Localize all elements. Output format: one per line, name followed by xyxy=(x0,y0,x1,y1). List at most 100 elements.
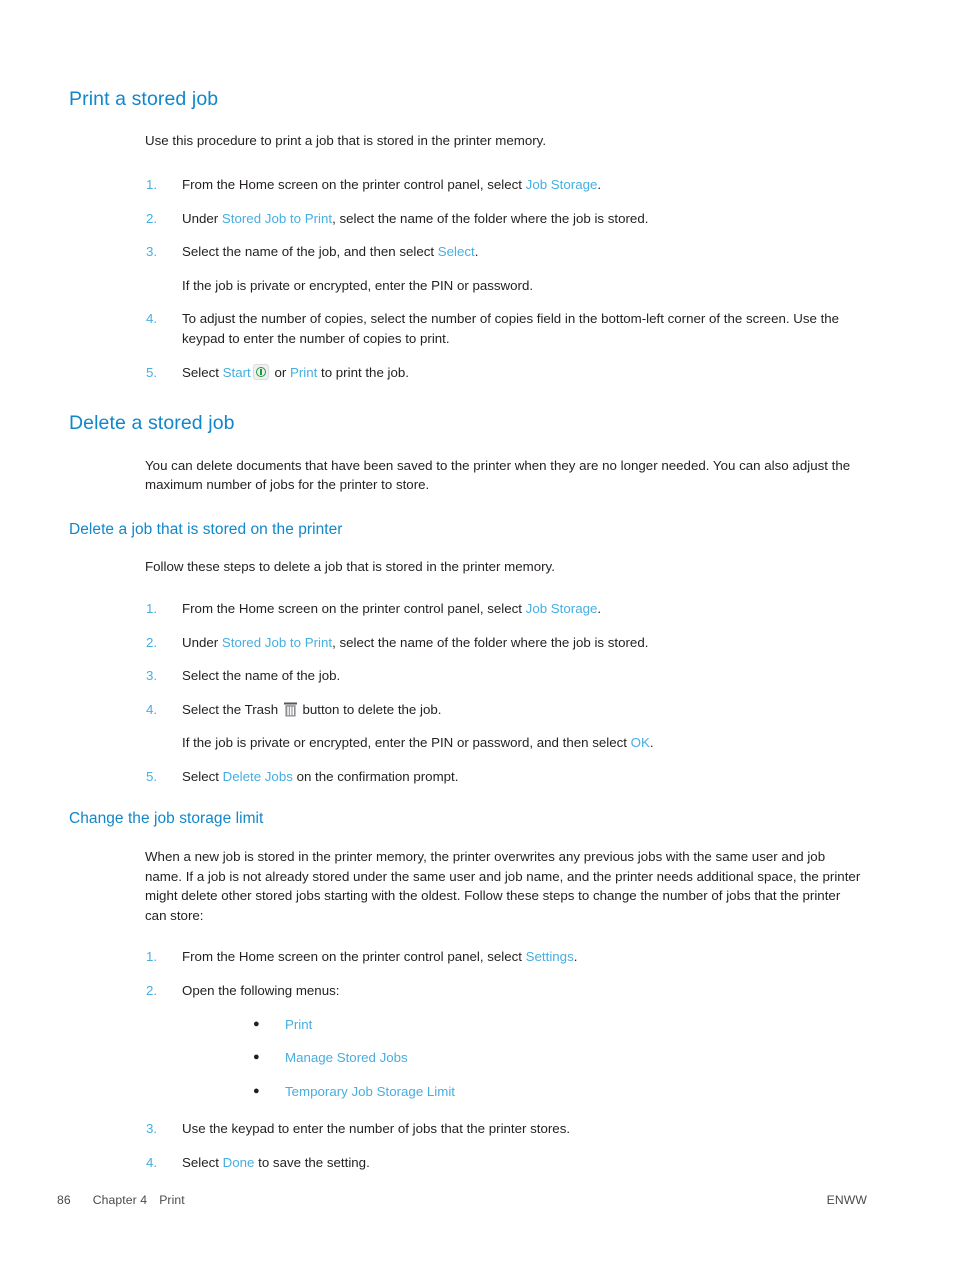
text-run: Select xyxy=(182,1155,223,1170)
page-content: Print a stored job Use this procedure to… xyxy=(69,88,863,1173)
step-text: Use the keypad to enter the number of jo… xyxy=(182,1121,570,1136)
menu-path-list: ● Print ● Manage Stored Jobs ● Temporary Job … xyxy=(253,1015,863,1102)
step-text: Select the name of the job. xyxy=(182,668,340,683)
step-text: To adjust the number of copies, select t… xyxy=(182,311,839,346)
ui-term: Stored Job to Print xyxy=(221,634,333,650)
step-number: 2. xyxy=(146,210,158,226)
text-run: or xyxy=(270,364,290,380)
heading-print-a-stored-job: Print a stored job xyxy=(69,88,219,110)
step-number: 3. xyxy=(146,668,158,684)
step-item: 2. Under Stored Job to Print, select the … xyxy=(146,633,863,653)
ui-term: Print xyxy=(289,364,318,380)
step-text: Under Stored Job to Print, select the na… xyxy=(182,635,648,650)
trash-icon xyxy=(283,702,297,717)
text-run: to print the job. xyxy=(317,364,409,380)
text-run: . xyxy=(597,600,602,616)
step-number: 1. xyxy=(146,949,158,965)
step-text: Under Stored Job to Print, select the na… xyxy=(182,211,648,226)
text-run: Open the following menus: xyxy=(182,983,340,999)
step-item: 4. To adjust the number of copies, select… xyxy=(146,309,863,348)
text-run: Select the name of the job, and then sel… xyxy=(182,244,438,260)
ui-term: Stored Job to Print xyxy=(221,210,333,226)
text-run: Select xyxy=(182,768,223,784)
footer-chapter-title: Print xyxy=(159,1193,185,1207)
step-item: 4. Select the Trash button to delete the … xyxy=(146,700,863,720)
footer-chapter: Chapter 4 xyxy=(92,1193,148,1207)
text-run: on the confirmation prompt. xyxy=(292,768,459,784)
ui-term: Done xyxy=(222,1155,255,1170)
text-run: From the Home screen on the printer cont… xyxy=(182,176,526,192)
step-item: 3. Select the name of the job, and then s… xyxy=(146,242,863,262)
footer-left: 86 Chapter 4 Print xyxy=(57,1193,185,1207)
menu-path-label: Manage Stored Jobs xyxy=(285,1050,408,1066)
start-icon xyxy=(252,363,269,380)
step-item: 4. Select Done to save the setting. xyxy=(146,1153,863,1173)
step-item: 1. From the Home screen on the printer co… xyxy=(146,175,863,195)
ui-term: Start xyxy=(222,364,251,380)
page-footer: 86 Chapter 4 Print ENWW xyxy=(57,1193,867,1207)
step-number: 5. xyxy=(146,364,158,380)
step-number: 3. xyxy=(146,244,158,260)
text-run: To adjust the number of copies, select t… xyxy=(182,311,840,346)
step-text: Open the following menus: xyxy=(182,983,339,998)
heading-change-the-job-storage-limit: Change the job storage limit xyxy=(69,810,264,828)
heading-delete-a-stored-job: Delete a stored job xyxy=(69,412,235,435)
step-number: 5. xyxy=(146,768,158,784)
intro-delete-a-job-wrap: Follow these steps to delete a job that … xyxy=(145,557,863,577)
text-run: button to delete the job. xyxy=(298,701,442,717)
step-text: From the Home screen on the printer cont… xyxy=(182,177,601,192)
ui-term: Select xyxy=(437,244,475,260)
ui-term: Settings xyxy=(525,949,574,965)
step-text: From the Home screen on the printer cont… xyxy=(182,601,601,616)
ui-term: Job Storage xyxy=(525,176,598,192)
bullet-icon: ● xyxy=(253,1084,260,1097)
text-run: . xyxy=(649,735,654,751)
step-number: 4. xyxy=(146,1155,158,1170)
heading-delete-a-job-that-is-stored-on-the-printer: Delete a job that is stored on the print… xyxy=(69,520,343,538)
steps-change-the-job-storage-limit: 1. From the Home screen on the printer co… xyxy=(146,947,863,1172)
text-run: Use the keypad to enter the number of jo… xyxy=(182,1121,571,1137)
document-page: Print a stored job Use this procedure to… xyxy=(0,0,954,1271)
menu-path-item: ● Print xyxy=(253,1015,863,1035)
footer-locale: ENWW xyxy=(826,1193,867,1207)
intro-print-a-stored-job-wrap: Use this procedure to print a job that i… xyxy=(145,131,863,151)
step-item: 2. Under Stored Job to Print, select the … xyxy=(146,209,863,229)
text-run: Select the name of the job. xyxy=(182,668,341,684)
step-item: 2. Open the following menus: xyxy=(146,981,863,1001)
intro-change-the-job-storage-limit: When a new job is stored in the printer … xyxy=(145,849,861,923)
step-number: 3. xyxy=(146,1121,158,1137)
text-run: Under xyxy=(182,634,222,650)
step-number: 4. xyxy=(146,311,158,327)
step-text: Select Delete Jobs on the confirmation p… xyxy=(182,769,458,784)
intro-delete-a-job: Follow these steps to delete a job that … xyxy=(145,559,555,575)
menu-path-item: ● Manage Stored Jobs xyxy=(253,1048,863,1068)
step-number: 2. xyxy=(146,983,158,999)
text-run: . xyxy=(573,949,578,965)
intro-print-a-stored-job: Use this procedure to print a job that i… xyxy=(145,133,547,149)
step-item: 3. Use the keypad to enter the number of … xyxy=(146,1119,863,1139)
ui-term: OK xyxy=(630,735,650,751)
steps-delete-a-job: 1. From the Home screen on the printer co… xyxy=(146,599,863,787)
step-text: Select the Trash button to delete the jo… xyxy=(182,702,441,717)
step-number: 1. xyxy=(146,176,158,192)
ui-term: Job Storage xyxy=(525,600,598,616)
intro-delete-a-stored-job: You can delete documents that have been … xyxy=(145,457,851,493)
step-text: From the Home screen on the printer cont… xyxy=(182,949,577,964)
intro-delete-a-stored-job-wrap: You can delete documents that have been … xyxy=(145,456,863,495)
steps-print-a-stored-job: 1. From the Home screen on the printer co… xyxy=(146,175,863,382)
text-run: Select xyxy=(182,364,223,380)
step-text: Select Done to save the setting. xyxy=(182,1155,370,1170)
menu-path-item: ● Temporary Job Storage Limit xyxy=(253,1082,863,1102)
step-item: 1. From the Home screen on the printer co… xyxy=(146,947,863,967)
intro-change-the-job-storage-limit-wrap: When a new job is stored in the printer … xyxy=(145,847,863,925)
step-item: 5. Select Start or Print to print the job… xyxy=(146,363,863,383)
step-text: Select Start or Print to print the job. xyxy=(182,363,409,380)
step-item: 3. Select the name of the job. xyxy=(146,666,863,686)
text-run: From the Home screen on the printer cont… xyxy=(182,600,526,616)
step-number: 4. xyxy=(146,701,158,717)
bullet-icon: ● xyxy=(253,1051,260,1064)
ui-term: Delete Jobs xyxy=(222,768,293,784)
footer-page-number: 86 xyxy=(57,1193,71,1207)
menu-path-label: Print xyxy=(285,1016,313,1032)
step-text: Select the name of the job, and then sel… xyxy=(182,244,478,259)
